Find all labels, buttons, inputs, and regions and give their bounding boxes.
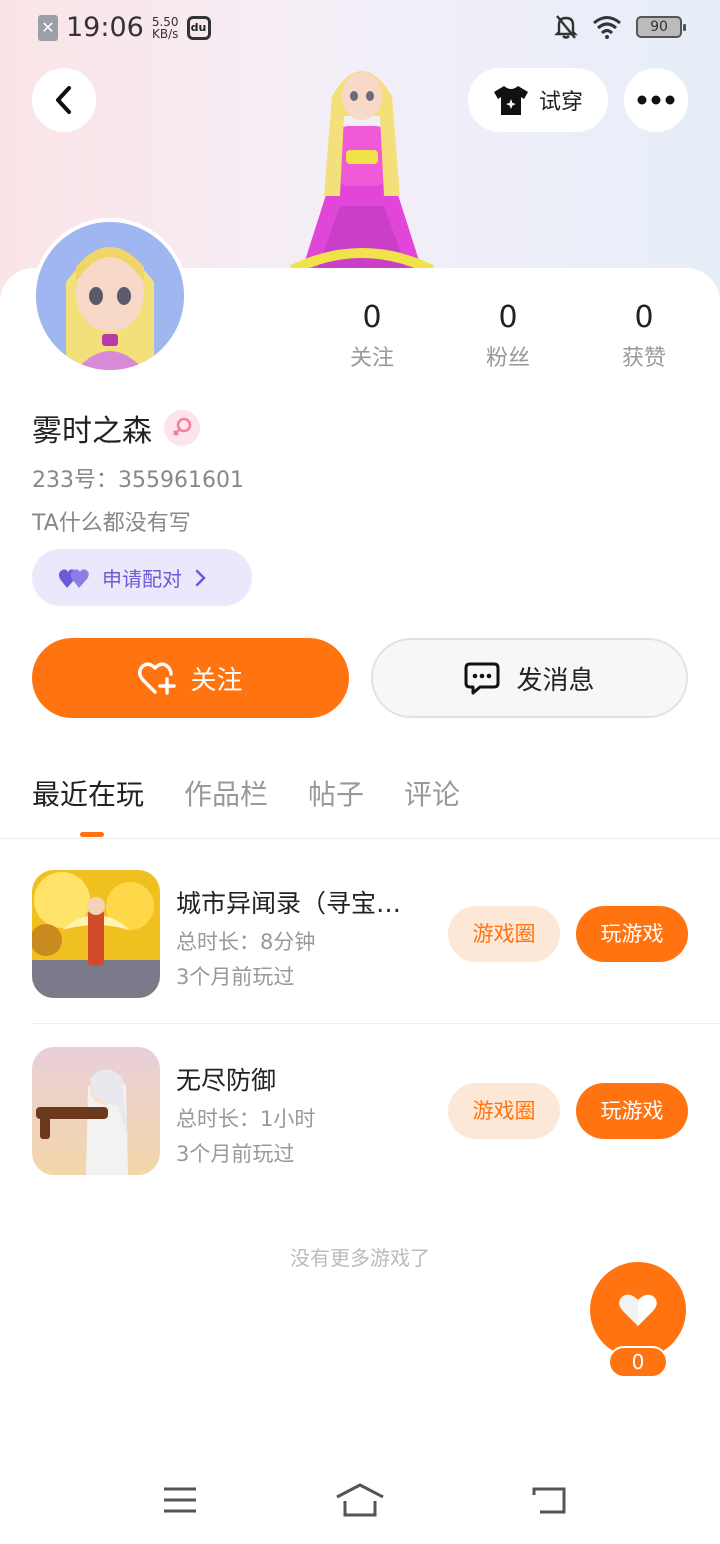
tshirt-icon <box>493 86 528 115</box>
list-end-text: 没有更多游戏了 <box>290 1246 430 1270</box>
back-button[interactable] <box>32 68 96 132</box>
tab-works[interactable]: 作品栏 <box>184 770 268 820</box>
more-dots-icon <box>637 95 675 105</box>
home-button[interactable] <box>330 1480 390 1520</box>
network-speed: 5.50 KB/s <box>151 14 179 41</box>
game-last-played: 3个月前玩过 <box>176 1142 295 1166</box>
game-duration: 总时长：1小时 <box>176 1107 316 1131</box>
request-pair-button[interactable]: 申请配对 <box>32 549 252 606</box>
tab-posts[interactable]: 帖子 <box>308 770 364 820</box>
home-icon <box>336 1483 384 1517</box>
notification-close-icon: ✕ <box>38 14 58 41</box>
like-floating-button[interactable] <box>590 1262 686 1358</box>
stat-label: 获赞 <box>621 346 666 371</box>
wifi-icon <box>593 16 621 39</box>
profile-tabs: 最近在玩 作品栏 帖子 评论 <box>32 770 460 820</box>
profile-name-row: 雾时之森 <box>32 406 200 450</box>
status-bar: ✕ 19:06 5.50 KB/s du 90 <box>0 0 720 56</box>
profile-bio: TA什么都没有写 <box>32 511 191 536</box>
female-gender-icon <box>164 410 200 446</box>
profile-name: 雾时之森 <box>32 414 152 449</box>
stat-following[interactable]: 0 关注 <box>304 298 440 372</box>
send-message-label: 发消息 <box>516 665 595 696</box>
list-item[interactable]: 无尽防御 总时长：1小时 3个月前玩过 游戏圈 玩游戏 <box>32 1047 720 1177</box>
stat-likes[interactable]: 0 获赞 <box>576 298 712 372</box>
recent-apps-button[interactable] <box>150 1480 210 1520</box>
follow-button[interactable]: 关注 <box>32 638 349 718</box>
heart-icon <box>619 1294 657 1326</box>
menu-lines-icon <box>164 1487 196 1513</box>
status-time: 19:06 <box>66 12 144 43</box>
list-divider <box>32 1023 720 1024</box>
try-on-button[interactable]: 试穿 <box>468 68 608 132</box>
game-last-played: 3个月前玩过 <box>176 965 295 989</box>
chevron-left-icon <box>56 86 71 114</box>
active-tab-indicator <box>80 832 104 837</box>
stat-value: 0 <box>362 300 382 335</box>
heart-plus-icon <box>138 662 177 695</box>
chat-bubble-icon <box>464 662 500 695</box>
game-icon <box>32 870 160 998</box>
app-notification-icon: du <box>186 15 211 40</box>
tabs-divider <box>0 838 720 839</box>
game-title: 无尽防御 <box>176 1066 277 1095</box>
game-circle-button[interactable]: 游戏圈 <box>448 1083 560 1139</box>
play-game-button[interactable]: 玩游戏 <box>576 1083 688 1139</box>
mute-bell-icon <box>554 15 578 39</box>
stat-value: 0 <box>634 300 654 335</box>
stat-followers[interactable]: 0 粉丝 <box>440 298 576 372</box>
game-circle-button[interactable]: 游戏圈 <box>448 906 560 962</box>
game-icon <box>32 1047 160 1175</box>
battery-indicator: 90 <box>636 16 686 38</box>
game-duration: 总时长：8分钟 <box>176 930 316 954</box>
try-on-label: 试穿 <box>538 90 583 115</box>
profile-uid: 233号：355961601 <box>32 468 244 493</box>
back-nav-button[interactable] <box>520 1480 580 1520</box>
list-item[interactable]: 城市异闻录（寻宝… 总时长：8分钟 3个月前玩过 游戏圈 玩游戏 <box>32 870 720 1000</box>
like-count-badge: 0 <box>608 1346 668 1378</box>
game-title: 城市异闻录（寻宝… <box>176 889 402 918</box>
tab-comments[interactable]: 评论 <box>404 770 460 820</box>
tab-recent-play[interactable]: 最近在玩 <box>32 770 144 820</box>
avatar-image <box>36 222 184 370</box>
system-navigation-bar <box>0 1464 720 1544</box>
double-heart-icon <box>58 568 89 588</box>
avatar[interactable] <box>32 218 188 374</box>
stat-value: 0 <box>498 300 518 335</box>
stat-label: 关注 <box>349 346 394 371</box>
follow-label: 关注 <box>190 665 243 696</box>
request-pair-label: 申请配对 <box>102 567 182 591</box>
profile-stats: 0 关注 0 粉丝 0 获赞 <box>304 298 712 372</box>
play-game-button[interactable]: 玩游戏 <box>576 906 688 962</box>
character-3d-model <box>289 71 435 270</box>
send-message-button[interactable]: 发消息 <box>371 638 688 718</box>
stat-label: 粉丝 <box>485 346 530 371</box>
return-arrow-icon <box>532 1487 566 1514</box>
chevron-right-icon <box>195 569 206 586</box>
more-options-button[interactable] <box>624 68 688 132</box>
